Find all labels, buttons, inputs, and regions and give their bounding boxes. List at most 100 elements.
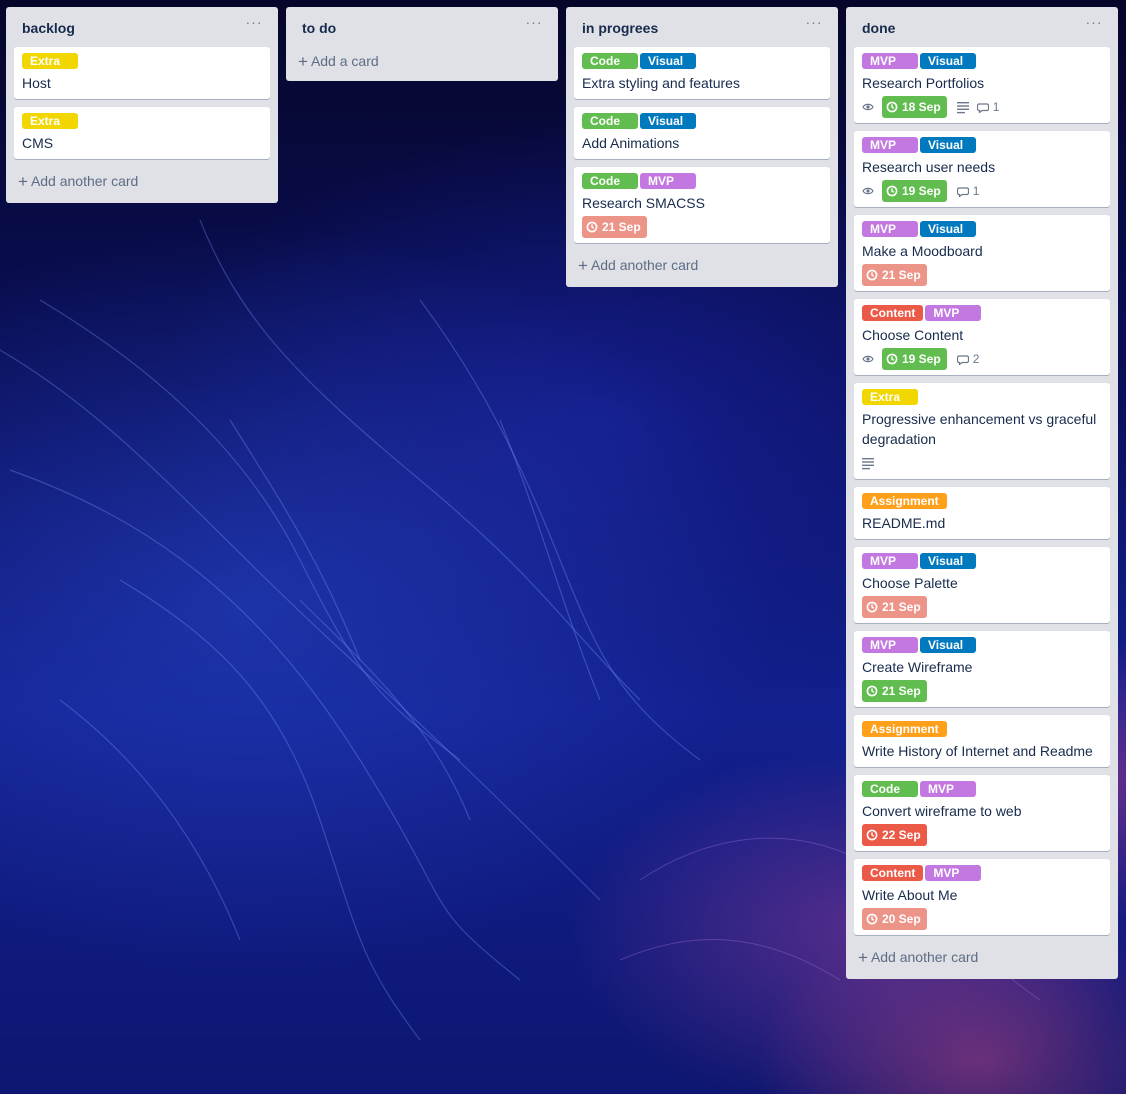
label-extra[interactable]: Extra <box>862 389 918 405</box>
plus-icon: + <box>858 947 868 967</box>
card[interactable]: Extra Host <box>14 47 270 99</box>
card[interactable]: Code MVP Convert wireframe to web 22 Sep <box>854 775 1110 851</box>
label-extra[interactable]: Extra <box>22 113 78 129</box>
label-visual[interactable]: Visual <box>640 113 696 129</box>
due-date-badge[interactable]: 21 Sep <box>862 596 927 618</box>
label-mvp[interactable]: MVP <box>862 221 918 237</box>
label-visual[interactable]: Visual <box>920 53 976 69</box>
list-done: done ··· MVP Visual Research Portfolios 18 … <box>846 7 1118 979</box>
label-visual[interactable]: Visual <box>920 637 976 653</box>
card[interactable]: Assignment README.md <box>854 487 1110 539</box>
card[interactable]: MVP Visual Create Wireframe 21 Sep <box>854 631 1110 707</box>
card[interactable]: Extra Progressive enhancement vs graceful… <box>854 383 1110 479</box>
due-date-badge[interactable]: 21 Sep <box>862 680 927 702</box>
add-card-label: Add another card <box>30 173 139 189</box>
card-title: Make a Moodboard <box>862 243 983 259</box>
list-menu-icon[interactable]: ··· <box>1082 15 1106 35</box>
card-title: Extra styling and features <box>582 75 740 91</box>
due-date-badge[interactable]: 22 Sep <box>862 824 927 846</box>
label-extra[interactable]: Extra <box>22 53 78 69</box>
due-date-badge[interactable]: 18 Sep <box>882 96 947 118</box>
comment-count-text: 1 <box>992 100 1000 114</box>
label-assignment[interactable]: Assignment <box>862 721 947 737</box>
card-title: Write History of Internet and Readme <box>862 743 1093 759</box>
label-mvp[interactable]: MVP <box>920 781 976 797</box>
list-title[interactable]: done <box>862 20 895 36</box>
due-date-badge[interactable]: 21 Sep <box>862 264 927 286</box>
card-badges: 21 Sep <box>862 595 1102 619</box>
list-title[interactable]: backlog <box>22 20 75 36</box>
card[interactable]: Content MVP Write About Me 20 Sep <box>854 859 1110 935</box>
card[interactable]: MVP Visual Research user needs 19 Sep 1 <box>854 131 1110 207</box>
clock-icon <box>886 101 902 113</box>
card-labels: Code Visual <box>582 113 822 129</box>
comment-icon <box>976 102 993 113</box>
comment-count-text: 2 <box>972 352 980 366</box>
clock-icon <box>886 185 902 197</box>
list-to-do: to do ··· + Add a card <box>286 7 558 81</box>
card[interactable]: Code MVP Research SMACSS 21 Sep <box>574 167 830 243</box>
label-mvp[interactable]: MVP <box>640 173 696 189</box>
label-content[interactable]: Content <box>862 305 924 321</box>
clock-icon <box>866 269 882 281</box>
card[interactable]: MVP Visual Research Portfolios 18 Sep 1 <box>854 47 1110 123</box>
label-mvp[interactable]: MVP <box>862 137 918 153</box>
due-date-text: 19 Sep <box>902 352 941 366</box>
card[interactable]: Code Visual Add Animations <box>574 107 830 159</box>
due-date-badge[interactable]: 19 Sep <box>882 348 947 370</box>
card-badges: 21 Sep <box>862 679 1102 703</box>
label-content[interactable]: Content <box>862 865 924 881</box>
card-labels: Assignment <box>862 493 1102 509</box>
comment-count: 1 <box>956 184 980 198</box>
list-menu-icon[interactable]: ··· <box>522 15 546 35</box>
list-menu-icon[interactable]: ··· <box>802 15 826 35</box>
list-title[interactable]: in progrees <box>582 20 658 36</box>
add-card-label: Add another card <box>870 949 979 965</box>
due-date-badge[interactable]: 20 Sep <box>862 908 927 930</box>
label-code[interactable]: Code <box>582 173 638 189</box>
add-card-button[interactable]: + Add another card <box>574 251 830 279</box>
label-code[interactable]: Code <box>862 781 918 797</box>
card-labels: MVP Visual <box>862 553 1102 569</box>
due-date-badge[interactable]: 19 Sep <box>882 180 947 202</box>
card-badges: 21 Sep <box>582 215 822 239</box>
list-menu-icon[interactable]: ··· <box>242 15 266 35</box>
label-visual[interactable]: Visual <box>920 553 976 569</box>
label-mvp[interactable]: MVP <box>862 637 918 653</box>
card-labels: Extra <box>862 389 1102 405</box>
label-code[interactable]: Code <box>582 113 638 129</box>
clock-icon <box>586 221 602 233</box>
card[interactable]: Code Visual Extra styling and features <box>574 47 830 99</box>
due-date-badge[interactable]: 21 Sep <box>582 216 647 238</box>
list-backlog: backlog ··· Extra Host Extra CMS + Add anot… <box>6 7 278 203</box>
card-badges: 22 Sep <box>862 823 1102 847</box>
card-title: CMS <box>22 135 54 151</box>
label-visual[interactable]: Visual <box>640 53 696 69</box>
add-card-label: Add another card <box>590 257 699 273</box>
label-assignment[interactable]: Assignment <box>862 493 947 509</box>
card-labels: Assignment <box>862 721 1102 737</box>
watch-eye-icon <box>862 102 874 112</box>
comment-count-text: 1 <box>972 184 980 198</box>
card[interactable]: MVP Visual Choose Palette 21 Sep <box>854 547 1110 623</box>
label-mvp[interactable]: MVP <box>925 305 982 321</box>
card[interactable]: Assignment Write History of Internet and … <box>854 715 1110 767</box>
label-mvp[interactable]: MVP <box>862 553 918 569</box>
due-date-text: 22 Sep <box>882 828 921 842</box>
card-list: MVP Visual Research Portfolios 18 Sep 1 MVP Vi… <box>854 47 1110 935</box>
add-card-button[interactable]: + Add a card <box>294 47 550 75</box>
label-code[interactable]: Code <box>582 53 638 69</box>
card[interactable]: Extra CMS <box>14 107 270 159</box>
add-card-button[interactable]: + Add another card <box>14 167 270 195</box>
due-date-text: 18 Sep <box>902 100 941 114</box>
clock-icon <box>886 353 902 365</box>
add-card-button[interactable]: + Add another card <box>854 943 1110 971</box>
label-visual[interactable]: Visual <box>920 221 976 237</box>
list-title[interactable]: to do <box>302 20 336 36</box>
label-mvp[interactable]: MVP <box>925 865 982 881</box>
label-mvp[interactable]: MVP <box>862 53 918 69</box>
card[interactable]: Content MVP Choose Content 19 Sep 2 <box>854 299 1110 375</box>
card[interactable]: MVP Visual Make a Moodboard 21 Sep <box>854 215 1110 291</box>
card-badges: 19 Sep 2 <box>862 347 1102 371</box>
label-visual[interactable]: Visual <box>920 137 976 153</box>
